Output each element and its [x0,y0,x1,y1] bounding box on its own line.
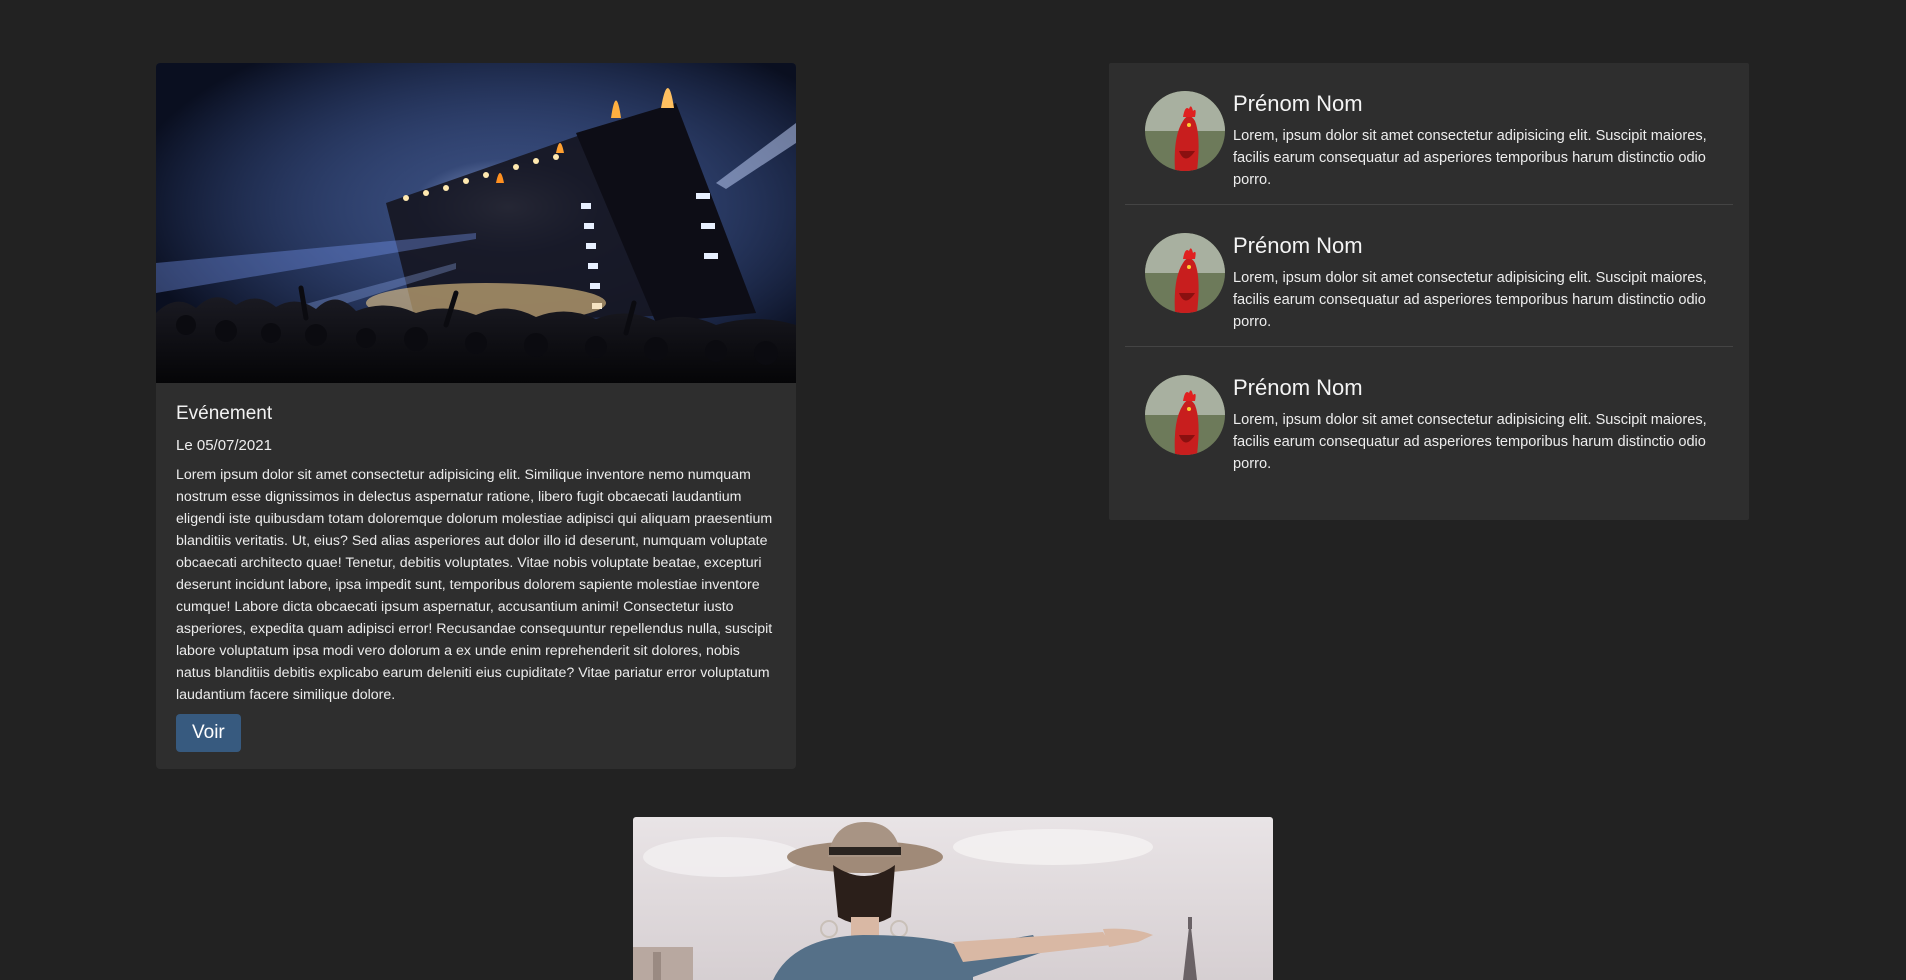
profile-item: Prénom Nom Lorem, ipsum dolor sit amet c… [1125,347,1733,489]
profile-text: Prénom Nom Lorem, ipsum dolor sit amet c… [1233,375,1713,489]
profile-description: Lorem, ipsum dolor sit amet consectetur … [1233,270,1707,330]
rooster-avatar [1145,233,1225,313]
profile-name: Prénom Nom [1233,91,1363,116]
profile-item: Prénom Nom Lorem, ipsum dolor sit amet c… [1125,205,1733,347]
concert-image [156,63,796,383]
profile-item: Prénom Nom Lorem, ipsum dolor sit amet c… [1125,63,1733,205]
event-card: Evénement Le 05/07/2021 Lorem ipsum dolo… [156,63,796,769]
profile-name: Prénom Nom [1233,375,1363,400]
profile-text: Prénom Nom Lorem, ipsum dolor sit amet c… [1233,233,1713,346]
event-date: Le 05/07/2021 [176,437,272,454]
profile-description: Lorem, ipsum dolor sit amet consectetur … [1233,412,1707,472]
profile-description: Lorem, ipsum dolor sit amet consectetur … [1233,128,1707,188]
profile-name: Prénom Nom [1233,233,1363,258]
event-description: Lorem ipsum dolor sit amet consectetur a… [176,467,773,703]
profile-text: Prénom Nom Lorem, ipsum dolor sit amet c… [1233,91,1713,204]
page: Evénement Le 05/07/2021 Lorem ipsum dolo… [0,0,1906,980]
voir-button[interactable]: Voir [176,714,241,752]
paris-photo [633,817,1273,980]
event-body: Evénement Le 05/07/2021 Lorem ipsum dolo… [156,383,796,752]
event-title: Evénement [176,403,273,424]
rooster-avatar [1145,375,1225,455]
photo-card [633,817,1273,980]
profile-list: Prénom Nom Lorem, ipsum dolor sit amet c… [1109,63,1749,520]
rooster-avatar [1145,91,1225,171]
